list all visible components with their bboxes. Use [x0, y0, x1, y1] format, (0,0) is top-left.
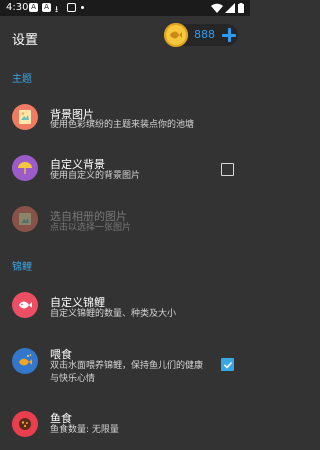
status-time: 4:30	[6, 2, 29, 13]
coin-balance[interactable]: 888	[164, 23, 238, 47]
battery-icon	[238, 3, 244, 13]
setting-subtitle: 点击以选择一张图片	[50, 223, 132, 233]
setting-subtitle: 鱼食数量: 无限量	[50, 425, 119, 435]
notification-app-icon	[67, 3, 76, 12]
add-coins-icon[interactable]	[220, 25, 238, 45]
fish-icon	[12, 292, 38, 318]
app-header: 设置 888	[0, 16, 250, 58]
fish-food-icon	[12, 411, 38, 437]
notification-app-icon: A	[42, 3, 51, 12]
setting-fish-food[interactable]: 鱼食 鱼食数量: 无限量	[0, 402, 250, 450]
coin-count: 888	[194, 28, 215, 41]
umbrella-icon	[12, 155, 38, 181]
picture-icon	[12, 104, 38, 130]
setting-custom-background[interactable]: 自定义背景 使用自定义的背景图片	[0, 146, 250, 194]
notification-app-icon: A	[29, 3, 38, 12]
setting-background-image[interactable]: 背景图片 使用色彩缤纷的主题来装点你的池塘	[0, 95, 250, 143]
setting-custom-koi[interactable]: 自定义锦鲤 自定义锦鲤的数量、种类及大小	[0, 283, 250, 331]
setting-album-image[interactable]: 选自相册的图片 点击以选择一张图片	[0, 197, 250, 245]
feeding-fish-icon	[12, 348, 38, 374]
wifi-icon	[211, 3, 223, 13]
coin-icon	[164, 23, 188, 47]
setting-subtitle: 自定义锦鲤的数量、种类及大小	[50, 309, 177, 319]
status-bar: 4:30 A A ⭳	[0, 0, 250, 16]
signal-icon	[225, 3, 235, 13]
setting-feeding[interactable]: 喂食 双击水面喂养锦鲤，保持鱼儿们的健康与快乐心情	[0, 339, 250, 397]
notification-dot-icon	[81, 6, 84, 9]
section-header-theme: 主题	[12, 74, 32, 85]
setting-subtitle: 双击水面喂养锦鲤，保持鱼儿们的健康与快乐心情	[50, 361, 204, 384]
page-title: 设置	[12, 33, 39, 48]
section-header-koi: 锦鲤	[12, 262, 32, 273]
setting-subtitle: 使用自定义的背景图片	[50, 171, 141, 181]
photo-icon	[12, 206, 38, 232]
setting-subtitle: 使用色彩缤纷的主题来装点你的池塘	[50, 120, 195, 130]
custom-background-checkbox[interactable]	[221, 163, 234, 176]
feeding-checkbox[interactable]	[221, 358, 234, 371]
